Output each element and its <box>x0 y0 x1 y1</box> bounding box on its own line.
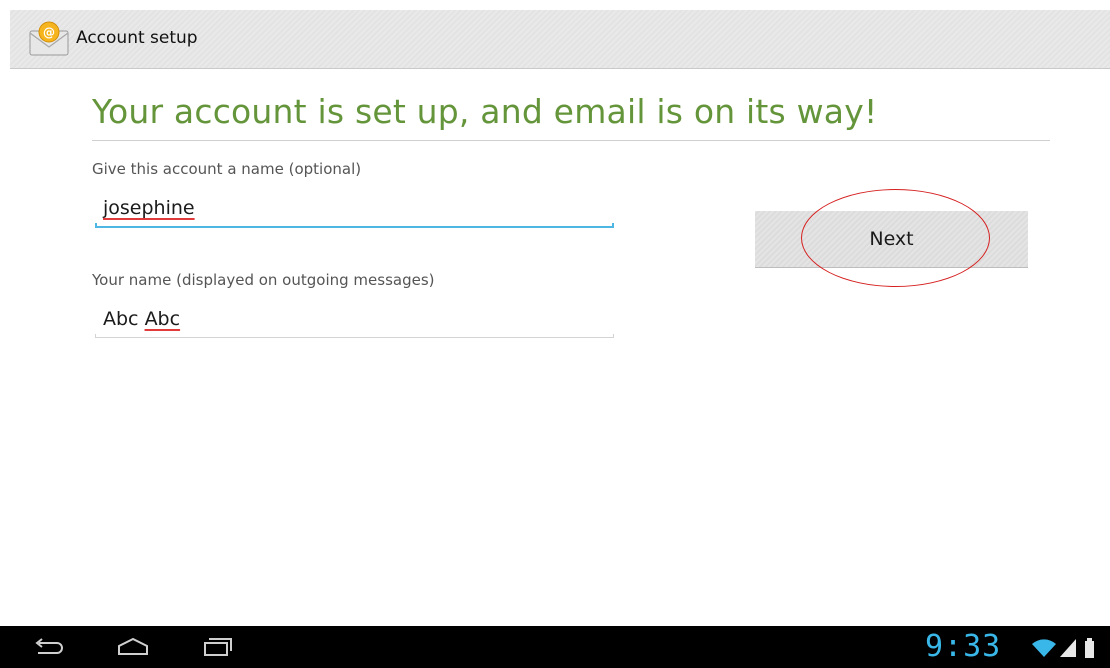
home-icon[interactable] <box>113 632 153 662</box>
battery-icon <box>1085 638 1094 658</box>
clock: 9:33 <box>925 629 1002 664</box>
status-icons <box>1030 635 1104 659</box>
system-nav-bar: 9:33 <box>0 626 1110 668</box>
screen: @ Account setup Your account is set up, … <box>0 0 1110 668</box>
your-name-value-second: Abc <box>144 308 181 330</box>
your-name-underline <box>95 334 614 338</box>
account-name-value: josephine <box>103 197 195 219</box>
next-button-label: Next <box>869 228 914 250</box>
recent-apps-icon[interactable] <box>197 632 237 662</box>
action-bar: @ Account setup <box>10 10 1110 69</box>
your-name-field[interactable]: Abc Abc <box>103 308 180 330</box>
email-envelope-icon[interactable]: @ <box>26 21 72 57</box>
signal-icon <box>1060 639 1076 657</box>
svg-text:@: @ <box>43 26 55 40</box>
your-name-label: Your name (displayed on outgoing message… <box>92 271 435 289</box>
back-icon[interactable] <box>28 632 68 662</box>
page-title: Your account is set up, and email is on … <box>92 92 878 131</box>
your-name-value-first: Abc <box>103 308 139 330</box>
title-divider <box>92 140 1050 141</box>
wifi-icon <box>1032 639 1056 657</box>
account-name-label: Give this account a name (optional) <box>92 160 362 178</box>
action-bar-title: Account setup <box>76 28 198 48</box>
account-name-underline <box>95 223 614 228</box>
account-name-field[interactable]: josephine <box>103 197 195 219</box>
next-button[interactable]: Next <box>755 211 1028 268</box>
